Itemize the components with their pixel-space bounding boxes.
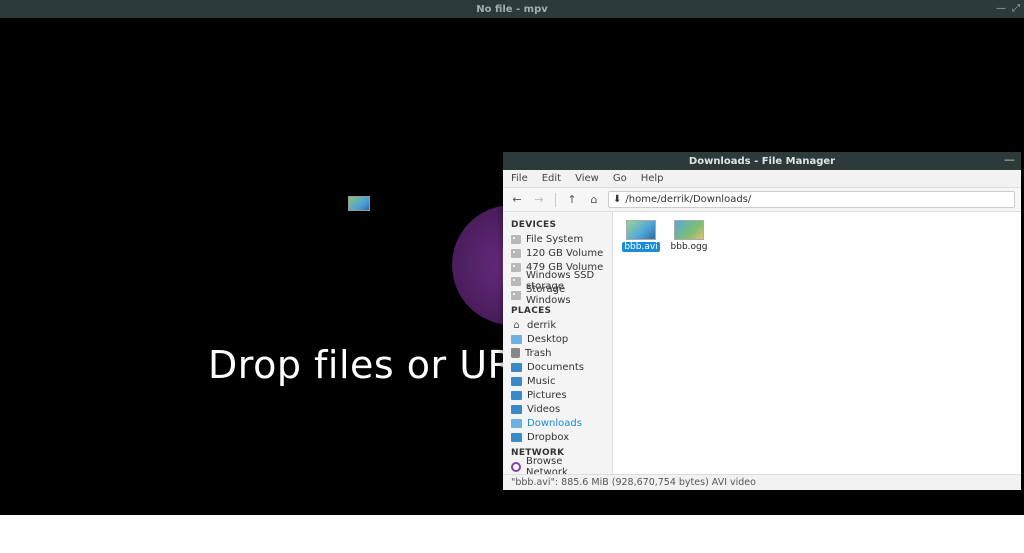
nav-forward-button[interactable]: → [531, 192, 547, 208]
drive-icon [511, 291, 521, 300]
mpv-titlebar[interactable]: No file - mpv — ⤢ [0, 0, 1024, 18]
sidebar-item-label: Dropbox [527, 432, 569, 443]
drive-icon [511, 263, 521, 272]
sidebar-item-home[interactable]: ⌂ derrik [503, 318, 612, 332]
menu-file[interactable]: File [511, 173, 528, 184]
sidebar-item-label: Browse Network [526, 456, 604, 474]
video-thumbnail-icon [674, 220, 704, 240]
sidebar-item-volume-120gb[interactable]: 120 GB Volume [503, 246, 612, 260]
fm-statusbar: "bbb.avi": 885.6 MiB (928,670,754 bytes)… [503, 474, 1021, 490]
sidebar-item-label: derrik [527, 320, 556, 331]
sidebar-item-label: Storage Windows [526, 284, 604, 306]
maximize-button[interactable]: ⤢ [1012, 4, 1020, 14]
folder-icon [511, 377, 522, 386]
sidebar-item-pictures[interactable]: Pictures [503, 388, 612, 402]
fm-sidebar: DEVICES File System 120 GB Volume 479 GB… [503, 212, 613, 474]
mpv-window-title: No file - mpv [0, 4, 1024, 15]
sidebar-header-devices: DEVICES [503, 216, 612, 232]
sidebar-item-label: File System [526, 234, 583, 245]
fm-menubar: File Edit View Go Help [503, 170, 1021, 188]
video-thumbnail-icon [626, 220, 656, 240]
sidebar-item-music[interactable]: Music [503, 374, 612, 388]
toolbar-separator [555, 193, 556, 207]
sidebar-item-dropbox[interactable]: Dropbox [503, 430, 612, 444]
file-label: bbb.ogg [669, 242, 710, 252]
sidebar-item-label: Videos [527, 404, 560, 415]
drive-icon [511, 249, 521, 258]
fm-toolbar: ← → ↑ ⌂ ⬇ /home/derrik/Downloads/ [503, 188, 1021, 212]
sidebar-item-label: Desktop [527, 334, 568, 345]
sidebar-item-browse-network[interactable]: Browse Network [503, 460, 612, 474]
fm-window-title: Downloads - File Manager [503, 156, 1021, 167]
nav-home-button[interactable]: ⌂ [586, 192, 602, 208]
sidebar-item-trash[interactable]: Trash [503, 346, 612, 360]
sidebar-item-label: Trash [525, 348, 551, 359]
menu-edit[interactable]: Edit [542, 173, 561, 184]
folder-icon [511, 363, 522, 372]
minimize-button[interactable]: — [1004, 154, 1015, 165]
sidebar-item-downloads[interactable]: Downloads [503, 416, 612, 430]
sidebar-item-documents[interactable]: Documents [503, 360, 612, 374]
minimize-button[interactable]: — [996, 4, 1006, 14]
drive-icon [511, 277, 521, 286]
menu-help[interactable]: Help [641, 173, 664, 184]
mpv-window-controls: — ⤢ [996, 0, 1020, 18]
sidebar-item-label: Music [527, 376, 555, 387]
sidebar-item-label: Downloads [527, 418, 582, 429]
sidebar-item-storage-windows[interactable]: Storage Windows [503, 288, 612, 302]
location-bar[interactable]: ⬇ /home/derrik/Downloads/ [608, 191, 1015, 208]
sidebar-item-label: Documents [527, 362, 584, 373]
file-label: bbb.avi [622, 242, 659, 252]
file-manager-window: Downloads - File Manager — File Edit Vie… [503, 152, 1021, 490]
drive-icon [511, 235, 521, 244]
nav-back-button[interactable]: ← [509, 192, 525, 208]
folder-icon [511, 335, 522, 344]
location-path: /home/derrik/Downloads/ [625, 194, 751, 205]
fm-titlebar[interactable]: Downloads - File Manager — [503, 152, 1021, 170]
folder-icon [511, 419, 522, 428]
status-text: "bbb.avi": 885.6 MiB (928,670,754 bytes)… [511, 477, 756, 488]
menu-view[interactable]: View [575, 173, 599, 184]
sidebar-item-label: Pictures [527, 390, 567, 401]
sidebar-item-videos[interactable]: Videos [503, 402, 612, 416]
network-icon [511, 462, 521, 472]
file-item-bbb-ogg[interactable]: bbb.ogg [671, 220, 707, 252]
sidebar-item-filesystem[interactable]: File System [503, 232, 612, 246]
desktop-background-edge [0, 515, 1024, 553]
nav-up-button[interactable]: ↑ [564, 192, 580, 208]
sidebar-item-label: 120 GB Volume [526, 248, 603, 259]
sidebar-item-desktop[interactable]: Desktop [503, 332, 612, 346]
menu-go[interactable]: Go [613, 173, 627, 184]
folder-icon [511, 405, 522, 414]
download-icon: ⬇ [613, 194, 621, 205]
file-item-bbb-avi[interactable]: bbb.avi [623, 220, 659, 252]
trash-icon [511, 348, 520, 358]
folder-icon [511, 391, 522, 400]
fm-body: DEVICES File System 120 GB Volume 479 GB… [503, 212, 1021, 474]
drag-ghost-thumbnail [348, 196, 370, 211]
home-icon: ⌂ [511, 320, 522, 331]
fm-content-area[interactable]: bbb.avi bbb.ogg [613, 212, 1021, 474]
folder-icon [511, 433, 522, 442]
